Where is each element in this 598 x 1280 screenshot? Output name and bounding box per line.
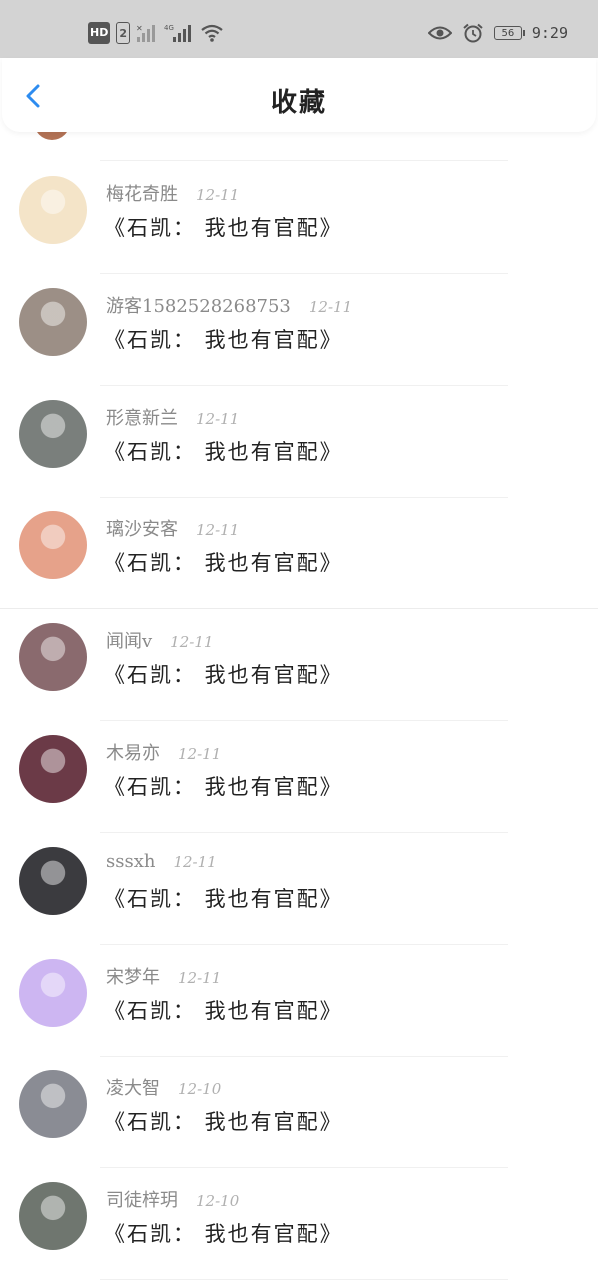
item-meta: 闻闻v 12-11 — [106, 627, 213, 653]
list-item[interactable]: 璃沙安客 12-11 《石凯： 我也有官配》 — [0, 497, 598, 610]
item-meta: 司徒梓玥 12-10 — [106, 1186, 239, 1212]
avatar[interactable] — [19, 623, 87, 692]
date: 12-11 — [178, 745, 222, 763]
avatar[interactable] — [19, 399, 87, 468]
avatar[interactable] — [19, 1182, 87, 1251]
sim-icon: 2 — [116, 22, 130, 44]
username: 闻闻v — [106, 631, 153, 653]
date: 12-11 — [170, 633, 214, 652]
username: 梅花奇胜 — [106, 184, 178, 205]
page-title: 收藏 — [270, 88, 327, 118]
date: 12-11 — [308, 297, 353, 316]
list-item[interactable]: 梅花奇胜 12-11 《石凯： 我也有官配》 — [0, 162, 598, 274]
avatar[interactable] — [19, 287, 87, 356]
list-item[interactable]: 游客1582528268753 12-11 《石凯： 我也有官配》 — [0, 274, 598, 386]
battery-icon: 56 — [493, 26, 525, 40]
favorite-title[interactable]: 《石凯： 我也有官配》 — [104, 212, 343, 242]
item-meta: 宋梦年 12-11 — [106, 963, 221, 989]
divider — [100, 160, 508, 161]
item-meta: sssxh 12-11 — [106, 851, 217, 872]
username: 形意新兰 — [106, 407, 178, 429]
list-item[interactable]: 司徒梓玥 12-10 《石凯： 我也有官配》 — [0, 1168, 598, 1280]
app-header: 收藏 — [2, 58, 596, 132]
avatar[interactable] — [19, 176, 87, 244]
svg-text:✕: ✕ — [136, 24, 143, 33]
date: 12-11 — [196, 521, 240, 540]
username: 木易亦 — [106, 743, 160, 764]
date: 12-11 — [196, 409, 240, 428]
avatar[interactable] — [19, 846, 87, 915]
status-left-group: HD 2 ✕ 4G — [88, 22, 224, 44]
list-item[interactable]: 形意新兰 12-11 《石凯： 我也有官配》 — [0, 386, 598, 498]
username: 司徒梓玥 — [106, 1190, 178, 1212]
username: 宋梦年 — [106, 966, 160, 988]
username: sssxh — [106, 850, 156, 872]
svg-text:4G: 4G — [164, 24, 174, 32]
username: 璃沙安客 — [106, 519, 178, 541]
favorite-title[interactable]: 《石凯： 我也有官配》 — [104, 436, 343, 466]
favorite-title[interactable]: 《石凯： 我也有官配》 — [104, 771, 343, 801]
status-bar: HD 2 ✕ 4G 56 9:29 — [0, 0, 598, 58]
avatar[interactable] — [19, 735, 87, 803]
list-item[interactable]: 木易亦 12-11 《石凯： 我也有官配》 — [0, 721, 598, 833]
favorite-title[interactable]: 《石凯： 我也有官配》 — [104, 324, 343, 354]
date: 12-11 — [178, 968, 222, 987]
item-meta: 璃沙安客 12-11 — [106, 515, 239, 541]
favorite-title[interactable]: 《石凯： 我也有官配》 — [104, 547, 343, 577]
favorite-title[interactable]: 《石凯： 我也有官配》 — [104, 1218, 343, 1248]
status-right-group: 56 9:29 — [427, 22, 568, 44]
signal-icon-sim1: ✕ — [136, 22, 158, 44]
avatar[interactable] — [19, 1070, 87, 1139]
item-meta: 游客1582528268753 12-11 — [106, 292, 352, 318]
date: 12-11 — [173, 852, 217, 871]
item-meta: 形意新兰 12-11 — [106, 404, 239, 430]
list-item[interactable]: sssxh 12-11 《石凯： 我也有官配》 — [0, 833, 598, 945]
eye-icon — [427, 22, 452, 44]
signal-icon-4g: 4G — [164, 22, 194, 44]
alarm-icon — [462, 22, 484, 44]
item-meta: 凌大智 12-10 — [106, 1074, 221, 1100]
hd-icon: HD — [88, 22, 111, 44]
wifi-icon — [200, 22, 224, 44]
item-meta: 木易亦 12-11 — [106, 739, 221, 765]
date: 12-10 — [196, 1192, 240, 1211]
favorites-list[interactable]: 梅花奇胜 12-11 《石凯： 我也有官配》 游客1582528268753 12-11… — [0, 132, 598, 1280]
favorite-title[interactable]: 《石凯： 我也有官配》 — [104, 883, 343, 913]
username: 游客1582528268753 — [106, 295, 291, 317]
clock-time: 9:29 — [531, 24, 568, 42]
list-item[interactable]: 凌大智 12-10 《石凯： 我也有官配》 — [0, 1056, 598, 1169]
avatar[interactable] — [19, 958, 87, 1027]
favorite-title[interactable]: 《石凯： 我也有官配》 — [104, 995, 343, 1025]
avatar[interactable] — [19, 511, 87, 580]
list-item[interactable]: 宋梦年 12-11 《石凯： 我也有官配》 — [0, 945, 598, 1057]
avatar-partial — [34, 132, 70, 140]
favorite-title[interactable]: 《石凯： 我也有官配》 — [104, 1106, 343, 1136]
list-item[interactable]: 闻闻v 12-11 《石凯： 我也有官配》 — [0, 609, 598, 722]
username: 凌大智 — [106, 1078, 160, 1100]
item-meta: 梅花奇胜 12-11 — [106, 180, 239, 206]
favorite-title[interactable]: 《石凯： 我也有官配》 — [104, 659, 343, 689]
date: 12-10 — [178, 1080, 222, 1099]
date: 12-11 — [196, 186, 240, 204]
